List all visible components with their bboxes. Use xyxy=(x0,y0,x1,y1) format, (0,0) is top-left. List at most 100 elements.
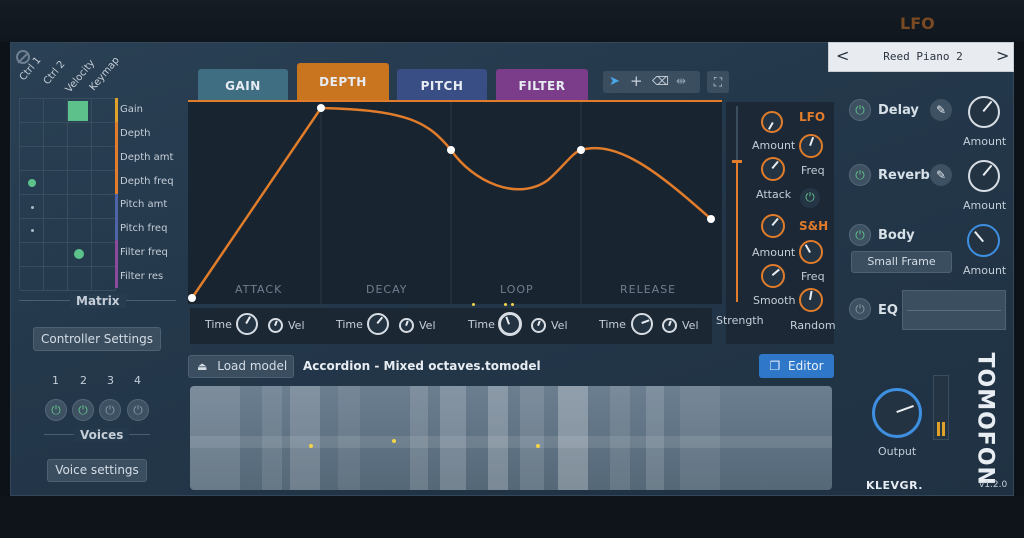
release-time-label: Time xyxy=(599,318,626,331)
eq-power-icon[interactable]: ⏻ xyxy=(849,298,871,320)
matrix-cell[interactable] xyxy=(68,267,92,291)
matrix-row-gain: Gain xyxy=(120,104,143,115)
matrix-cell[interactable] xyxy=(92,147,116,171)
tab-depth[interactable]: DEPTH xyxy=(297,63,389,101)
voice-settings-button[interactable]: Voice settings xyxy=(47,459,147,482)
segment-release-label: RELEASE xyxy=(620,283,677,296)
matrix-cell[interactable] xyxy=(20,123,44,147)
eq-label: EQ xyxy=(878,303,898,318)
matrix-cell[interactable] xyxy=(44,123,68,147)
matrix-cell[interactable] xyxy=(20,147,44,171)
strength-slider-handle[interactable] xyxy=(732,160,742,163)
matrix-cell[interactable] xyxy=(92,123,116,147)
tab-gain[interactable]: GAIN xyxy=(198,69,288,101)
voice-number-4: 4 xyxy=(134,374,141,387)
sh-amount-knob[interactable] xyxy=(761,214,785,238)
background-host-top: LFO xyxy=(0,0,1024,42)
matrix-cell[interactable] xyxy=(20,243,44,267)
matrix-cell[interactable] xyxy=(92,195,116,219)
attack-vel-knob[interactable] xyxy=(268,318,283,333)
strength-label: Strength xyxy=(716,314,764,327)
release-time-knob[interactable] xyxy=(631,313,653,335)
delay-amount-knob[interactable] xyxy=(968,96,1000,128)
lfo-attack-label: Attack xyxy=(756,188,792,201)
reverb-power-icon[interactable]: ⏻ xyxy=(849,164,871,186)
model-marker-2 xyxy=(392,439,396,443)
loop-vel-knob[interactable] xyxy=(531,318,546,333)
delay-power-icon[interactable]: ⏻ xyxy=(849,99,871,121)
editor-label: Editor xyxy=(788,359,824,373)
preset-next-icon[interactable]: > xyxy=(996,46,1009,65)
lfo-freq-knob[interactable] xyxy=(799,134,823,158)
matrix-dot-depth-freq[interactable] xyxy=(28,179,36,187)
snap-tool-icon[interactable]: ⇹ xyxy=(676,74,686,88)
delay-edit-icon[interactable]: ✎ xyxy=(930,99,952,121)
voice-3-power-icon[interactable]: ⏻ xyxy=(99,399,121,421)
matrix-cell[interactable] xyxy=(44,219,68,243)
load-model-button[interactable]: ⏏ Load model xyxy=(188,355,294,378)
voice-2-power-icon[interactable]: ⏻ xyxy=(72,399,94,421)
reverb-amount-knob[interactable] xyxy=(968,160,1000,192)
envelope-editor[interactable]: ATTACK DECAY LOOP RELEASE xyxy=(188,102,722,304)
lfo-amount-knob[interactable] xyxy=(761,111,783,133)
matrix-cell[interactable] xyxy=(44,243,68,267)
cursor-tool-icon[interactable]: ➤ xyxy=(609,74,620,89)
attack-time-label: Time xyxy=(205,318,232,331)
matrix-cell[interactable] xyxy=(44,99,68,123)
matrix-dot-pitch-freq[interactable] xyxy=(31,229,34,232)
matrix-cell[interactable] xyxy=(20,99,44,123)
matrix-cell[interactable] xyxy=(92,267,116,291)
matrix-row-depth: Depth xyxy=(120,128,151,139)
matrix-cell[interactable] xyxy=(68,147,92,171)
matrix-cell[interactable] xyxy=(68,171,92,195)
matrix-cell[interactable] xyxy=(92,99,116,123)
matrix-cell[interactable] xyxy=(92,243,116,267)
loop-time-knob[interactable] xyxy=(498,312,522,336)
matrix-cell[interactable] xyxy=(44,171,68,195)
body-preset-dropdown[interactable]: Small Frame xyxy=(851,251,952,273)
matrix-cell-active[interactable] xyxy=(68,101,88,121)
fit-view-icon[interactable]: ⛶ xyxy=(707,71,729,93)
matrix-cell[interactable] xyxy=(68,195,92,219)
reverb-edit-icon[interactable]: ✎ xyxy=(930,164,952,186)
tab-filter[interactable]: FILTER xyxy=(496,69,588,101)
sh-random-knob[interactable] xyxy=(799,288,823,312)
output-knob[interactable] xyxy=(872,388,922,438)
controller-settings-button[interactable]: Controller Settings xyxy=(33,327,161,351)
delete-point-icon[interactable]: ⌫ xyxy=(652,74,669,88)
model-visualizer[interactable] xyxy=(190,386,832,490)
editor-button[interactable]: ❐ Editor xyxy=(759,354,834,378)
sh-smooth-knob[interactable] xyxy=(761,264,785,288)
add-point-icon[interactable]: + xyxy=(630,72,643,90)
lfo-attack-knob[interactable] xyxy=(761,157,785,181)
voice-number-2: 2 xyxy=(80,374,87,387)
tab-pitch[interactable]: PITCH xyxy=(397,69,487,101)
matrix-row-depth-amt: Depth amt xyxy=(120,152,174,163)
decay-time-knob[interactable] xyxy=(367,313,389,335)
matrix-cell[interactable] xyxy=(68,123,92,147)
voice-1-power-icon[interactable]: ⏻ xyxy=(45,399,67,421)
matrix-cell[interactable] xyxy=(44,267,68,291)
matrix-grid[interactable] xyxy=(19,98,116,291)
preset-prev-icon[interactable]: < xyxy=(836,46,849,65)
body-amount-knob[interactable] xyxy=(967,224,1000,257)
decay-vel-knob[interactable] xyxy=(399,318,414,333)
sh-freq-knob[interactable] xyxy=(799,240,823,264)
matrix-cell[interactable] xyxy=(92,171,116,195)
voice-4-power-icon[interactable]: ⏻ xyxy=(127,399,149,421)
body-power-icon[interactable]: ⏻ xyxy=(849,224,871,246)
attack-time-knob[interactable] xyxy=(236,313,258,335)
matrix-cell[interactable] xyxy=(44,195,68,219)
lfo-power-icon[interactable]: ⏻ xyxy=(800,188,820,208)
matrix-dot-pitch-amt[interactable] xyxy=(31,206,34,209)
matrix-cell[interactable] xyxy=(68,219,92,243)
matrix-cell[interactable] xyxy=(92,219,116,243)
strength-slider-track[interactable] xyxy=(732,106,742,302)
matrix-row-labels: Gain Depth Depth amt Depth freq Pitch am… xyxy=(115,98,175,288)
eq-display[interactable] xyxy=(902,290,1006,330)
matrix-cell[interactable] xyxy=(20,267,44,291)
background-host-bottom xyxy=(0,496,1024,538)
release-vel-knob[interactable] xyxy=(662,318,677,333)
matrix-cell[interactable] xyxy=(44,147,68,171)
matrix-dot-filter-freq[interactable] xyxy=(74,249,84,259)
